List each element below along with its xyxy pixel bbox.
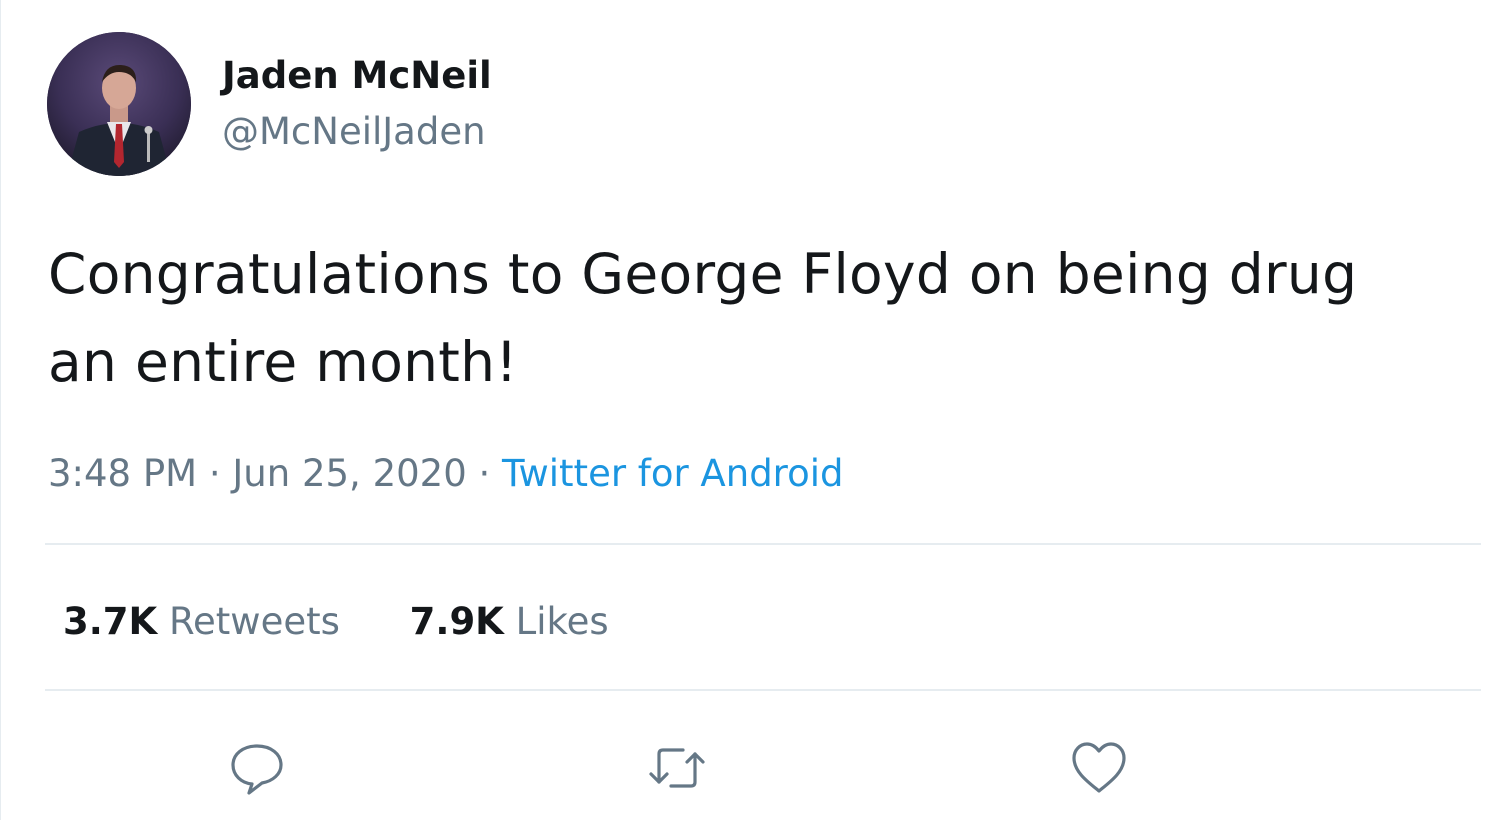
heart-icon: [1072, 742, 1126, 793]
tweet-card: Jaden McNeil @McNeilJaden Congratulation…: [0, 0, 1500, 820]
author-display-name[interactable]: Jaden McNeil: [222, 54, 492, 98]
retweets-stat[interactable]: 3.7K Retweets: [63, 600, 340, 644]
tweet-text: Congratulations to George Floyd on being…: [48, 242, 1358, 394]
avatar[interactable]: [47, 32, 191, 176]
retweet-button[interactable]: [645, 736, 709, 800]
divider: [45, 543, 1481, 545]
divider: [45, 689, 1481, 691]
tweet-source-link[interactable]: Twitter for Android: [502, 452, 843, 495]
likes-label: Likes: [515, 600, 609, 643]
like-button[interactable]: [1067, 736, 1131, 800]
tweet-meta: 3:48 PM · Jun 25, 2020 · Twitter for And…: [48, 452, 844, 496]
meta-separator: ·: [197, 452, 233, 495]
retweet-icon: [649, 748, 705, 788]
likes-count: 7.9K: [409, 600, 504, 643]
avatar-image: [47, 32, 191, 176]
tweet-time[interactable]: 3:48 PM: [48, 452, 197, 495]
tweet-date[interactable]: Jun 25, 2020: [232, 452, 466, 495]
reply-icon: [231, 744, 283, 795]
tweet-stats: 3.7K Retweets 7.9K Likes: [63, 600, 667, 644]
retweets-count: 3.7K: [63, 600, 158, 643]
reply-button[interactable]: [225, 736, 289, 800]
retweets-label: Retweets: [168, 600, 340, 643]
author-handle[interactable]: @McNeilJaden: [222, 110, 486, 154]
meta-separator: ·: [466, 452, 503, 495]
likes-stat[interactable]: 7.9K Likes: [410, 600, 609, 644]
